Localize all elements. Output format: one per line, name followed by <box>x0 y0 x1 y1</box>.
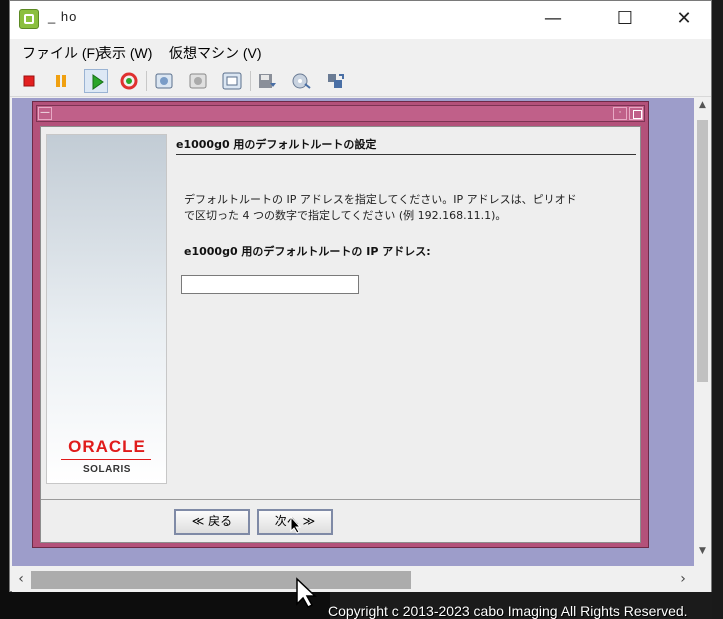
vertical-scroll-thumb[interactable] <box>697 120 708 382</box>
instruction-line-1: デフォルトルートの IP アドレスを指定してください。IP アドレスは、ピリオド <box>184 193 577 206</box>
stop-icon[interactable] <box>17 69 41 93</box>
button-area-divider <box>41 499 640 500</box>
background-terminal-left <box>0 0 9 619</box>
installer-dialog: — · ORACLE SOLARIS e1000g0 用のデフォルトルートの設定… <box>32 101 649 548</box>
page-heading: e1000g0 用のデフォルトルートの設定 <box>176 138 377 151</box>
horizontal-scrollbar[interactable]: ‹ › <box>12 566 711 592</box>
window-titlebar[interactable]: _ ho — ☐ ✕ <box>10 1 711 39</box>
oracle-logo-rule <box>61 459 151 460</box>
ip-field-label: e1000g0 用のデフォルトルートの IP アドレス: <box>184 245 431 258</box>
background-terminal-bottom <box>0 590 330 619</box>
default-route-ip-input[interactable] <box>181 275 359 294</box>
vm-console-window: _ ho — ☐ ✕ ファイル (F) 表示 (W) 仮想マシン (V) — ·… <box>9 0 712 592</box>
solaris-label: SOLARIS <box>83 464 131 475</box>
dialog-maximize-button[interactable] <box>629 107 643 120</box>
copyright-text: Copyright c 2013-2023 cabo Imaging All R… <box>328 603 688 619</box>
dialog-titlebar[interactable]: — · <box>36 105 645 122</box>
window-title: _ ho <box>48 9 78 24</box>
close-button[interactable]: ✕ <box>661 1 707 39</box>
menu-bar: ファイル (F) 表示 (W) 仮想マシン (V) <box>10 39 711 65</box>
scroll-down-arrow-icon[interactable]: ▼ <box>694 546 711 562</box>
mouse-pointer-icon <box>290 515 302 534</box>
heading-divider <box>176 154 636 155</box>
dialog-body: ORACLE SOLARIS e1000g0 用のデフォルトルートの設定 デフォ… <box>40 126 641 543</box>
background-terminal-right <box>712 0 723 619</box>
vertical-scrollbar[interactable]: ▲ ▼ <box>694 98 711 566</box>
toolbar-separator <box>146 71 147 91</box>
scroll-up-arrow-icon[interactable]: ▲ <box>694 100 711 116</box>
toolbar <box>10 65 711 97</box>
maximize-button[interactable]: ☐ <box>602 1 648 39</box>
menu-vm[interactable]: 仮想マシン (V) <box>169 43 262 63</box>
toolbar-separator <box>250 71 251 91</box>
mouse-pointer-icon <box>295 577 317 609</box>
snapshot-manager-icon[interactable] <box>220 69 244 93</box>
window-menu-button[interactable]: — <box>38 107 52 120</box>
instruction-line-2: で区切った 4 つの数字で指定してください (例 192.168.11.1)。 <box>184 209 507 222</box>
installer-side-panel: ORACLE SOLARIS <box>46 134 167 484</box>
minimize-button[interactable]: — <box>530 1 576 39</box>
menu-view[interactable]: 表示 (W) <box>98 43 152 63</box>
menu-file[interactable]: ファイル (F) <box>22 43 100 63</box>
connect-floppy-icon[interactable] <box>255 69 279 93</box>
scroll-right-arrow-icon[interactable]: › <box>676 571 690 587</box>
connect-cdrom-icon[interactable] <box>289 69 313 93</box>
snapshot-icon[interactable] <box>152 69 176 93</box>
reset-icon[interactable] <box>117 69 141 93</box>
play-icon[interactable] <box>84 69 108 93</box>
horizontal-scroll-thumb[interactable] <box>31 571 411 589</box>
network-icon[interactable] <box>323 69 347 93</box>
dialog-minimize-button[interactable]: · <box>613 107 627 120</box>
vm-console-screen[interactable]: — · ORACLE SOLARIS e1000g0 用のデフォルトルートの設定… <box>12 98 694 566</box>
instruction-text: デフォルトルートの IP アドレスを指定してください。IP アドレスは、ピリオド… <box>184 192 634 228</box>
pause-icon[interactable] <box>49 69 73 93</box>
scroll-left-arrow-icon[interactable]: ‹ <box>14 571 28 587</box>
back-button[interactable]: ≪ 戻る <box>174 509 250 535</box>
vsphere-app-icon <box>19 9 39 29</box>
oracle-logo: ORACLE <box>68 437 146 456</box>
revert-snapshot-icon[interactable] <box>186 69 210 93</box>
